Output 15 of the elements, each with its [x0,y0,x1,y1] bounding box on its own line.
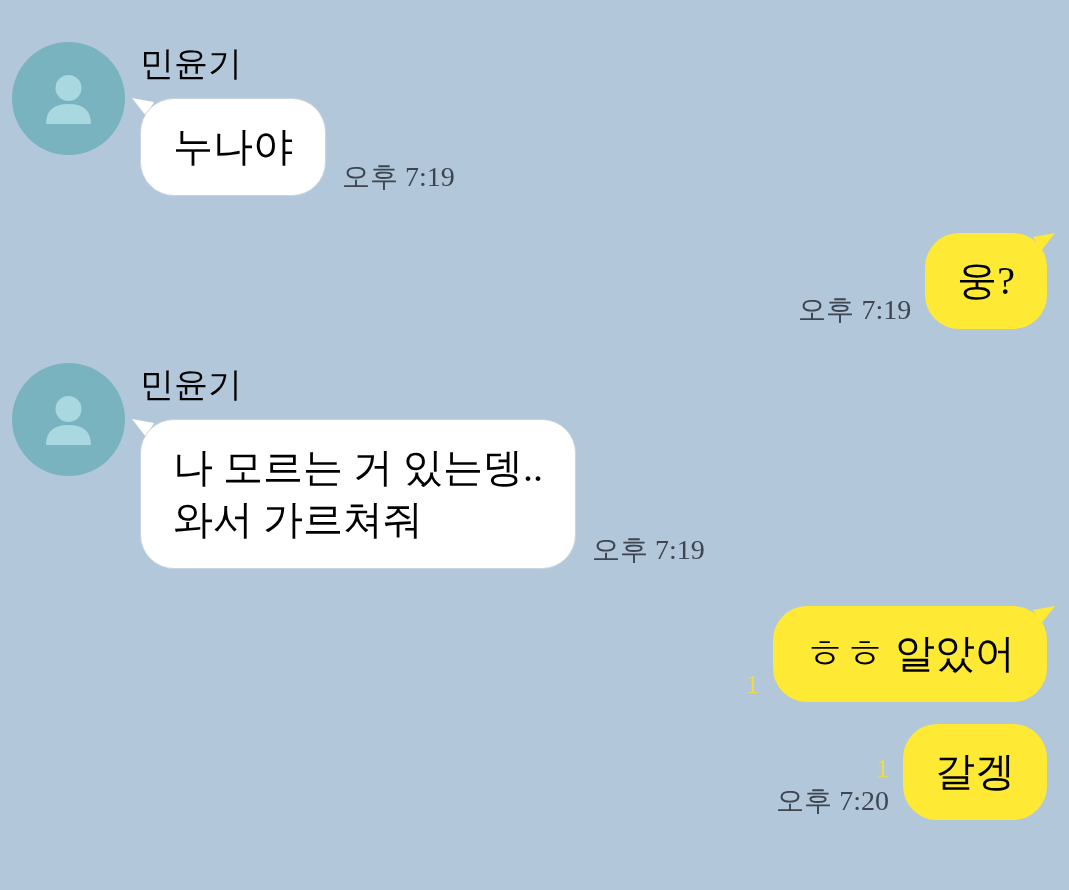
unread-count: 1 [876,754,889,784]
message-bubble: ㅎㅎ 알았어 [773,606,1047,702]
bubble-tail [132,419,154,437]
sender-name: 민윤기 [140,44,243,84]
message-bubble: 나 모르는 거 있는뎅.. 와서 가르쳐줘 [140,419,576,569]
message-bubble: 누나야 [140,98,326,196]
bubble-tail [132,98,154,116]
sender-name: 민윤기 [140,365,243,405]
timestamp: 오후 7:19 [342,160,455,194]
timestamp: 오후 7:20 [776,784,889,818]
timestamp: 오후 7:19 [798,293,912,327]
timestamp: 오후 7:19 [592,533,705,567]
message-bubble: 갈겡 [903,724,1047,820]
unread-count: 1 [746,670,759,700]
message-bubble: 웅? [925,233,1047,329]
